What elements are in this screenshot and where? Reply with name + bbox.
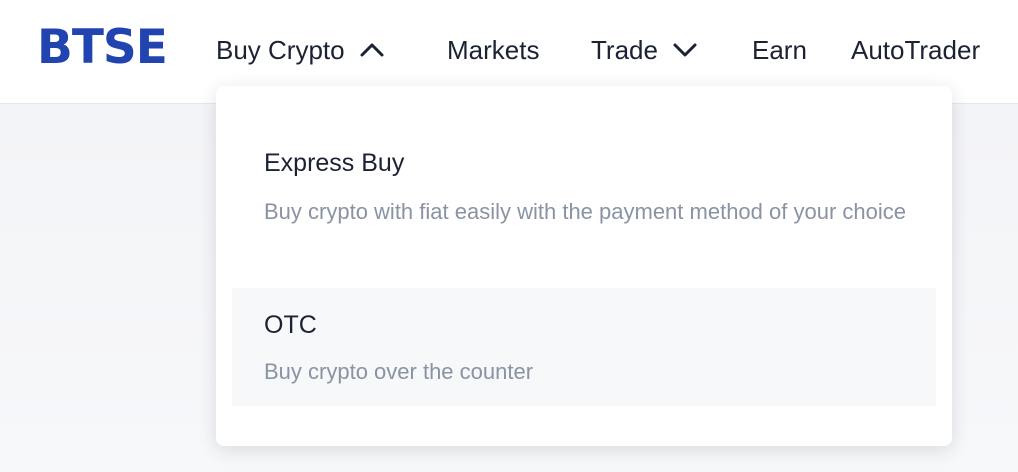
nav-earn-label: Earn xyxy=(752,34,807,65)
nav-autotrader-label: AutoTrader xyxy=(851,34,981,65)
express-buy-title: Express Buy xyxy=(264,149,405,177)
btse-logo[interactable]: BTSE xyxy=(37,20,168,75)
otc-title: OTC xyxy=(264,311,317,339)
nav-trade-label: Trade xyxy=(591,34,658,65)
nav-buy-crypto-label: Buy Crypto xyxy=(216,34,345,65)
nav-trade[interactable]: Trade xyxy=(591,30,698,70)
menu-item-express-buy[interactable]: Express Buy Buy crypto with fiat easily … xyxy=(232,128,936,278)
nav-autotrader[interactable]: AutoTrader xyxy=(851,30,980,70)
nav-markets[interactable]: Markets xyxy=(447,30,539,70)
chevron-down-icon xyxy=(672,42,698,58)
buy-crypto-dropdown-menu: Express Buy Buy crypto with fiat easily … xyxy=(216,86,952,446)
logo-text: BTSE xyxy=(37,20,168,75)
chevron-up-icon xyxy=(359,42,385,58)
nav-markets-label: Markets xyxy=(447,34,540,65)
menu-item-otc[interactable]: OTC Buy crypto over the counter xyxy=(232,288,936,406)
express-buy-description: Buy crypto with fiat easily with the pay… xyxy=(264,199,906,224)
otc-description: Buy crypto over the counter xyxy=(264,359,534,384)
nav-buy-crypto[interactable]: Buy Crypto xyxy=(216,30,385,70)
nav-earn[interactable]: Earn xyxy=(752,30,807,70)
